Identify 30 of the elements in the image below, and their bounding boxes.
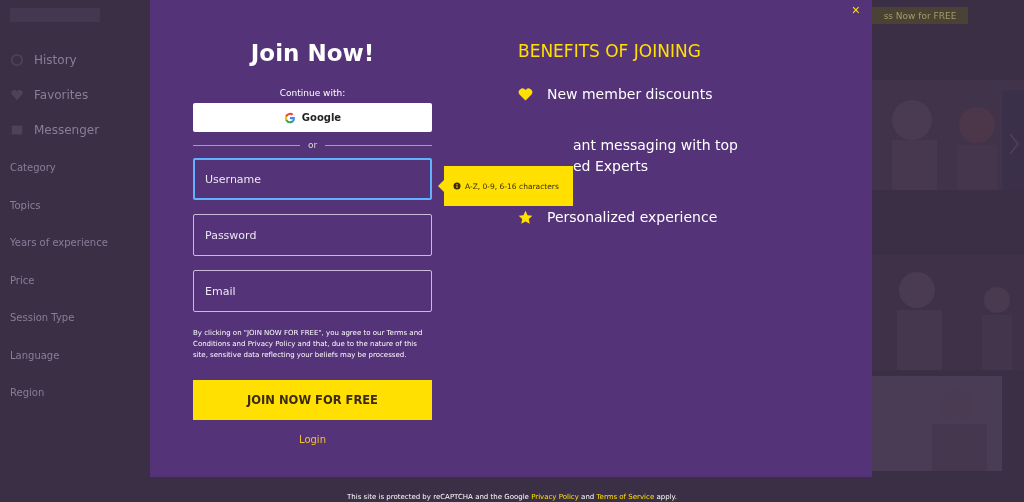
dialog-title: Join Now!: [250, 39, 375, 68]
heart-icon: [518, 87, 533, 102]
benefits-heading: BENEFITS OF JOINING: [518, 40, 702, 62]
sidebar-item[interactable]: Favorites: [34, 87, 89, 102]
star-icon: [518, 210, 533, 225]
filter-item[interactable]: Language: [10, 348, 150, 386]
benefit-text: ant messaging with top: [573, 136, 738, 155]
sidebar-item[interactable]: History: [34, 52, 77, 67]
filter-item[interactable]: Price: [10, 273, 150, 311]
benefit-text: ed Experts: [573, 157, 650, 176]
header-button[interactable]: ss Now for FREE: [872, 7, 968, 24]
close-button[interactable]: ×: [847, 2, 864, 18]
g-logo-icon: [283, 111, 296, 124]
filter-item[interactable]: Region: [10, 386, 150, 424]
google-button[interactable]: Google: [193, 103, 432, 132]
input-field[interactable]: Username: [193, 158, 432, 200]
input-field[interactable]: Password: [193, 214, 432, 256]
or-divider-label: or: [307, 140, 318, 150]
filter-item[interactable]: Years of experience: [10, 236, 150, 274]
sidebar-item[interactable]: Messenger: [34, 122, 100, 137]
join-button[interactable]: JOIN NOW FOR FREE: [193, 380, 432, 420]
info-icon: [453, 182, 461, 190]
benefit-text: Personalized experience: [547, 208, 718, 227]
login-link[interactable]: Login: [299, 434, 326, 445]
filter-item[interactable]: Topics: [10, 198, 150, 236]
filter-item[interactable]: Session Type: [10, 311, 150, 349]
continue-label: Continue with:: [279, 88, 346, 98]
filter-item[interactable]: Category: [10, 161, 150, 199]
input-field[interactable]: Email: [193, 270, 432, 312]
benefit-text: New member discounts: [547, 85, 713, 104]
